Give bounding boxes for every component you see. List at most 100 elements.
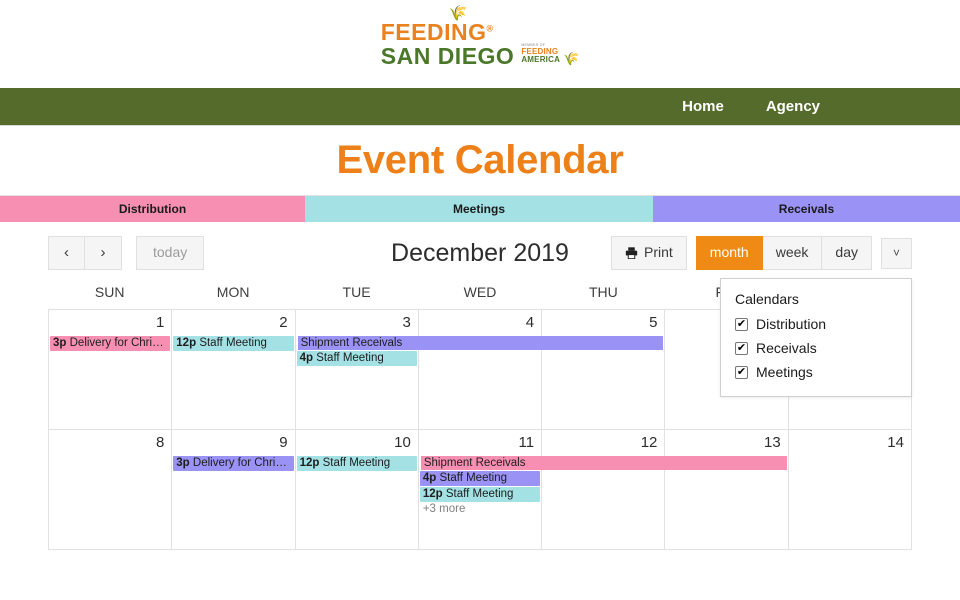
- calendar-toolbar: ‹ › today December 2019 Print month week…: [48, 222, 912, 397]
- dow-tue: TUE: [342, 284, 371, 300]
- nav-button-group: ‹ ›: [48, 235, 122, 271]
- legend-meetings: Meetings: [305, 196, 653, 222]
- day-number: 9: [279, 434, 288, 451]
- day-events: 3p Delivery for Christia...: [49, 336, 171, 352]
- event-time: 4p: [299, 352, 313, 364]
- print-button[interactable]: Print: [611, 236, 687, 270]
- calendar-event[interactable]: 12p Staff Meeting: [173, 336, 294, 351]
- prev-period-button[interactable]: ‹: [48, 235, 85, 271]
- calendar-filter-receivals[interactable]: ✔ Receivals: [735, 340, 897, 356]
- legend-receivals: Receivals: [653, 196, 960, 222]
- logo-wordmark: 🌾 FEEDING® SAN DIEGO: [380, 6, 515, 69]
- calendar-event[interactable]: 12p Staff Meeting: [296, 456, 417, 471]
- calendar-day-cell[interactable]: 1 3p Delivery for Christia...: [49, 310, 173, 429]
- calendar-event[interactable]: 3p Delivery for Christia...: [173, 456, 294, 471]
- day-number: 10: [394, 434, 411, 451]
- checkbox-receivals[interactable]: ✔: [735, 341, 748, 355]
- chevron-down-icon: ˅: [892, 245, 900, 260]
- event-time: 4p: [422, 472, 437, 484]
- calendar-filter-distribution[interactable]: ✔ Distribution: [735, 316, 897, 332]
- calendar-event-multiday[interactable]: Shipment Receivals: [297, 336, 664, 350]
- event-title: Staff Meeting: [199, 337, 267, 349]
- day-events: 3p Delivery for Christia...: [172, 456, 294, 472]
- calendar-event[interactable]: 4p Staff Meeting: [419, 471, 541, 486]
- calendar-legend: Distribution Meetings Receivals: [0, 196, 960, 222]
- dow-thu: THU: [589, 284, 618, 300]
- badge-wheat-icon: 🌾: [563, 50, 580, 66]
- event-title: Delivery for Christia...: [69, 337, 171, 349]
- calendar-container: ‹ › today December 2019 Print month week…: [0, 222, 960, 550]
- day-number: 2: [279, 314, 288, 331]
- day-number: 8: [155, 434, 165, 451]
- calendars-dropdown-panel: Calendars ✔ Distribution ✔ Receivals ✔ M…: [720, 278, 912, 397]
- day-events: 12p Staff Meeting: [296, 456, 418, 472]
- event-title: Staff Meeting: [445, 488, 514, 500]
- calendar-day-cell[interactable]: 8: [49, 430, 173, 549]
- calendar-day-cell[interactable]: 4: [419, 310, 543, 429]
- dow-wed: WED: [463, 284, 497, 300]
- legend-distribution: Distribution: [0, 196, 305, 222]
- today-button[interactable]: today: [136, 236, 205, 270]
- view-month-button[interactable]: month: [695, 236, 763, 270]
- calendar-day-cell[interactable]: 13: [665, 430, 789, 549]
- day-number: 3: [402, 314, 411, 331]
- view-day-button[interactable]: day: [822, 236, 872, 270]
- calendar-day-cell[interactable]: 3 4p Staff Meeting: [296, 310, 419, 429]
- calendar-filter-meetings[interactable]: ✔ Meetings: [735, 364, 897, 380]
- toolbar-right-group: Print month week day ˅: [611, 236, 912, 270]
- logo-line-1: FEEDING®: [380, 18, 494, 45]
- page-title: Event Calendar: [336, 138, 624, 182]
- day-number: 1: [155, 314, 165, 331]
- day-number: 4: [525, 314, 535, 331]
- day-number: 13: [764, 434, 781, 451]
- calendar-filter-receivals-label: Receivals: [756, 340, 817, 356]
- nav-item-home[interactable]: Home: [682, 98, 724, 115]
- calendar-week-row: 8 9 3p Delivery for Christia... 10 12p Staff…: [49, 430, 912, 550]
- dow-sun: SUN: [94, 284, 125, 300]
- event-time: 3p: [176, 457, 190, 469]
- dow-mon: MON: [216, 284, 250, 300]
- calendar-day-cell[interactable]: 10 12p Staff Meeting: [296, 430, 419, 549]
- nav-item-agency[interactable]: Agency: [766, 98, 820, 115]
- calendars-dropdown-toggle[interactable]: ˅: [880, 237, 912, 269]
- site-header: 🌾 FEEDING® SAN DIEGO MEMBER OF FEEDING A…: [0, 0, 960, 88]
- calendar-day-cell[interactable]: 5: [542, 310, 666, 429]
- event-time: 3p: [53, 337, 67, 349]
- calendar-event[interactable]: 12p Staff Meeting: [419, 487, 541, 502]
- calendar-day-cell[interactable]: 9 3p Delivery for Christia...: [172, 430, 296, 549]
- badge-line-2: AMERICA: [521, 55, 561, 65]
- calendar-filter-meetings-label: Meetings: [756, 364, 813, 380]
- event-title: Staff Meeting: [439, 472, 508, 484]
- calendar-day-cell[interactable]: 12: [542, 430, 666, 549]
- day-number: 14: [887, 434, 904, 451]
- day-number: 12: [640, 434, 658, 451]
- print-label: Print: [644, 244, 673, 261]
- day-number: 11: [518, 434, 535, 451]
- checkbox-distribution[interactable]: ✔: [735, 317, 748, 331]
- next-period-button[interactable]: ›: [85, 235, 122, 271]
- event-time: 12p: [422, 488, 443, 500]
- event-time: 12p: [299, 457, 320, 469]
- calendar-event[interactable]: 3p Delivery for Christia...: [50, 336, 171, 351]
- calendar-day-cell[interactable]: 14: [789, 430, 912, 549]
- event-time: 12p: [176, 337, 197, 349]
- day-events: 12p Staff Meeting: [172, 336, 294, 352]
- printer-icon: [625, 247, 638, 259]
- feeding-san-diego-logo: 🌾 FEEDING® SAN DIEGO MEMBER OF FEEDING A…: [380, 6, 580, 69]
- event-title: Staff Meeting: [316, 352, 384, 364]
- calendar-day-cell[interactable]: 2 12p Staff Meeting: [172, 310, 296, 429]
- toolbar-left-group: ‹ › today: [48, 235, 205, 271]
- event-title: Delivery for Christia...: [192, 457, 294, 469]
- view-switcher: month week day: [695, 236, 872, 270]
- view-week-button[interactable]: week: [762, 236, 823, 270]
- more-events-link[interactable]: +3 more: [420, 503, 540, 515]
- calendar-day-cell[interactable]: 11 4p Staff Meeting 12p Staff Meeting +3 mo…: [419, 430, 543, 549]
- calendars-dropdown-title: Calendars: [735, 291, 799, 307]
- wheat-stalk-icon: 🌾: [448, 4, 468, 22]
- page-title-band: Event Calendar: [0, 126, 960, 196]
- logo-line-2: SAN DIEGO: [380, 42, 515, 69]
- calendar-event[interactable]: 4p Staff Meeting: [296, 351, 417, 366]
- event-title: Staff Meeting: [322, 457, 391, 469]
- checkbox-meetings[interactable]: ✔: [735, 365, 748, 379]
- calendar-event-multiday[interactable]: Shipment Receivals: [420, 456, 787, 470]
